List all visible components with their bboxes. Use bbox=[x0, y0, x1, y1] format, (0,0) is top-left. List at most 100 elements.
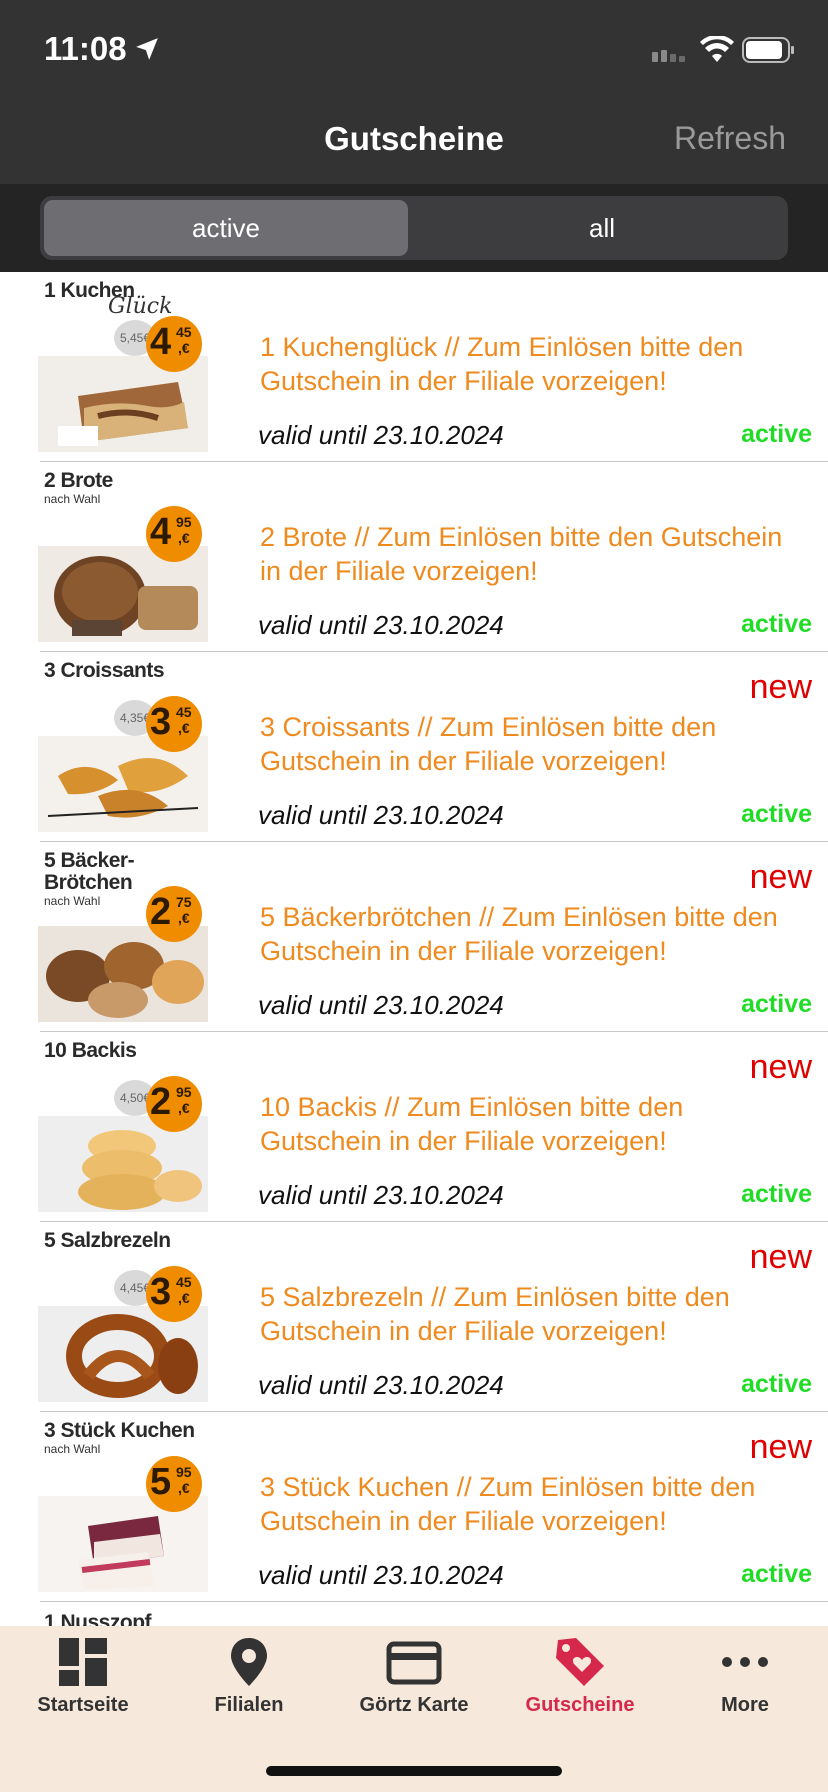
coupon-validity: valid until 23.10.2024 bbox=[258, 1180, 504, 1210]
coupon-image: 10 Backis 4,50€ 2 95 ,€ bbox=[38, 1036, 208, 1218]
tab-label: Filialen bbox=[214, 1694, 284, 1716]
coupon-row[interactable]: 2 Brote nach Wahl 4 95 ,€ 2 Brote // Zum… bbox=[0, 462, 828, 652]
price-cents: 45 bbox=[176, 324, 192, 340]
price-cents: 95 bbox=[176, 514, 192, 530]
coupon-image-label: 1 Nusszopf bbox=[44, 1611, 152, 1627]
tab-filialen[interactable]: Filialen bbox=[166, 1636, 332, 1736]
price-currency: ,€ bbox=[178, 530, 190, 546]
price-main: 2 bbox=[150, 1081, 172, 1123]
price-badge: 3 45 ,€ bbox=[146, 696, 202, 752]
coupon-image-sub: nach Wahl bbox=[44, 492, 101, 506]
price-main: 5 bbox=[150, 1461, 172, 1503]
segment-all[interactable]: all bbox=[420, 200, 784, 256]
home-indicator[interactable] bbox=[266, 1766, 562, 1776]
price-badge: 4 95 ,€ bbox=[146, 506, 202, 562]
tab-startseite[interactable]: Startseite bbox=[0, 1636, 166, 1736]
wifi-icon bbox=[700, 36, 734, 62]
price-badge: 2 75 ,€ bbox=[146, 886, 202, 942]
price-currency: ,€ bbox=[178, 1100, 190, 1116]
cellular-signal-icon bbox=[652, 50, 685, 62]
price-main: 4 bbox=[150, 321, 172, 363]
status-time: 11:08 bbox=[44, 30, 127, 67]
coupon-row[interactable]: 1 Kuchen Glück 5,45€ 4 45 ,€ 1 Kuchenglü… bbox=[0, 272, 828, 462]
coupon-status: active bbox=[741, 420, 812, 448]
new-badge: new bbox=[749, 858, 812, 896]
coupon-row[interactable]: 3 Stück Kuchen nach Wahl 5 95 ,€ new 3 S… bbox=[0, 1412, 828, 1602]
price-badge: 3 45 ,€ bbox=[146, 1266, 202, 1322]
coupon-row[interactable]: 5 Bäcker- Brötchen nach Wahl 2 75 ,€ new… bbox=[0, 842, 828, 1032]
price-badge: 5 95 ,€ bbox=[146, 1456, 202, 1512]
price-main: 3 bbox=[150, 1271, 172, 1313]
coupon-image: 1 Kuchen Glück 5,45€ 4 45 ,€ bbox=[38, 276, 208, 458]
coupon-row[interactable]: 3 Croissants 4,35€ 3 45 ,€ new 3 Croissa… bbox=[0, 652, 828, 842]
tab-gutscheine[interactable]: Gutscheine bbox=[497, 1636, 663, 1736]
coupon-title: 3 Croissants // Zum Einlösen bitte den G… bbox=[260, 712, 717, 776]
coupon-status: active bbox=[741, 1180, 812, 1208]
coupon-row[interactable]: 10 Backis 4,50€ 2 95 ,€ new 10 Backis //… bbox=[0, 1032, 828, 1222]
card-icon bbox=[386, 1641, 442, 1685]
coupon-status: active bbox=[741, 610, 812, 638]
coupon-status: active bbox=[741, 800, 812, 828]
tab-label: More bbox=[721, 1694, 769, 1716]
segment-active[interactable]: active bbox=[44, 200, 408, 256]
refresh-button[interactable]: Refresh bbox=[674, 120, 786, 157]
coupon-image: 5 Salzbrezeln 4,45€ 3 45 ,€ bbox=[38, 1226, 208, 1408]
price-cents: 95 bbox=[176, 1464, 192, 1480]
coupon-validity: valid until 23.10.2024 bbox=[258, 1560, 504, 1590]
price-main: 4 bbox=[150, 511, 172, 553]
price-main: 3 bbox=[150, 701, 172, 743]
coupon-image-sub: nach Wahl bbox=[44, 894, 101, 908]
tab-label: Startseite bbox=[37, 1694, 129, 1716]
coupon-image-label: 3 Stück Kuchen bbox=[44, 1419, 195, 1442]
price-cents: 95 bbox=[176, 1084, 192, 1100]
dashboard-icon bbox=[59, 1638, 107, 1686]
coupon-validity: valid until 23.10.2024 bbox=[258, 420, 504, 450]
coupon-title: 1 Kuchenglück // Zum Einlösen bitte den … bbox=[260, 332, 744, 396]
coupon-validity: valid until 23.10.2024 bbox=[258, 800, 504, 830]
coupon-image: 5 Bäcker- Brötchen nach Wahl 2 75 ,€ bbox=[38, 846, 208, 1028]
coupon-title: 3 Stück Kuchen // Zum Einlösen bitte den… bbox=[260, 1472, 756, 1536]
coupon-image-label: 3 Croissants bbox=[44, 659, 165, 682]
more-dots-icon bbox=[722, 1657, 768, 1667]
coupon-image: 3 Croissants 4,35€ 3 45 ,€ bbox=[38, 656, 208, 838]
price-badge: 2 95 ,€ bbox=[146, 1076, 202, 1132]
tab-goertz-karte[interactable]: Görtz Karte bbox=[331, 1636, 497, 1736]
price-currency: ,€ bbox=[178, 340, 190, 356]
coupon-image-label: 10 Backis bbox=[44, 1039, 137, 1062]
coupon-status: active bbox=[741, 1560, 812, 1588]
coupon-status: active bbox=[741, 990, 812, 1018]
price-main: 2 bbox=[150, 891, 172, 933]
coupon-image-label: 5 Salzbrezeln bbox=[44, 1229, 171, 1252]
price-currency: ,€ bbox=[178, 720, 190, 736]
price-badge: 4 45 ,€ bbox=[146, 316, 202, 372]
navigation-bar: Gutscheine Refresh bbox=[0, 100, 828, 184]
coupon-validity: valid until 23.10.2024 bbox=[258, 610, 504, 640]
coupon-title: 5 Bäckerbrötchen // Zum Einlösen bitte d… bbox=[260, 902, 778, 966]
new-badge: new bbox=[749, 1048, 812, 1086]
price-cents: 45 bbox=[176, 704, 192, 720]
tag-heart-icon bbox=[556, 1638, 604, 1686]
coupon-image: 1 Nusszopf bbox=[38, 1606, 208, 1626]
location-pin-icon bbox=[231, 1638, 267, 1686]
location-arrow-icon bbox=[136, 38, 158, 60]
filter-bar: active all bbox=[0, 184, 828, 272]
tab-more[interactable]: More bbox=[662, 1636, 828, 1736]
coupon-image-script: Glück bbox=[108, 294, 173, 319]
tab-label: Görtz Karte bbox=[359, 1694, 469, 1716]
coupon-validity: valid until 23.10.2024 bbox=[258, 990, 504, 1020]
coupon-title: 5 Salzbrezeln // Zum Einlösen bitte den … bbox=[260, 1282, 730, 1346]
coupon-list[interactable]: 1 Kuchen Glück 5,45€ 4 45 ,€ 1 Kuchenglü… bbox=[0, 272, 828, 1626]
coupon-row[interactable]: 1 Nusszopf bbox=[0, 1602, 828, 1626]
price-currency: ,€ bbox=[178, 910, 190, 926]
battery-icon bbox=[742, 37, 794, 63]
coupon-image-sub: nach Wahl bbox=[44, 1442, 101, 1456]
coupon-title: 2 Brote // Zum Einlösen bitte den Gutsch… bbox=[260, 522, 783, 586]
coupon-row[interactable]: 5 Salzbrezeln 4,45€ 3 45 ,€ new 5 Salzbr… bbox=[0, 1222, 828, 1412]
price-currency: ,€ bbox=[178, 1290, 190, 1306]
coupon-validity: valid until 23.10.2024 bbox=[258, 1370, 504, 1400]
price-cents: 75 bbox=[176, 894, 192, 910]
coupon-image-label: 2 Brote bbox=[44, 469, 113, 492]
price-cents: 45 bbox=[176, 1274, 192, 1290]
price-currency: ,€ bbox=[178, 1480, 190, 1496]
coupon-image-label: 5 Bäcker- Brötchen bbox=[44, 849, 135, 894]
